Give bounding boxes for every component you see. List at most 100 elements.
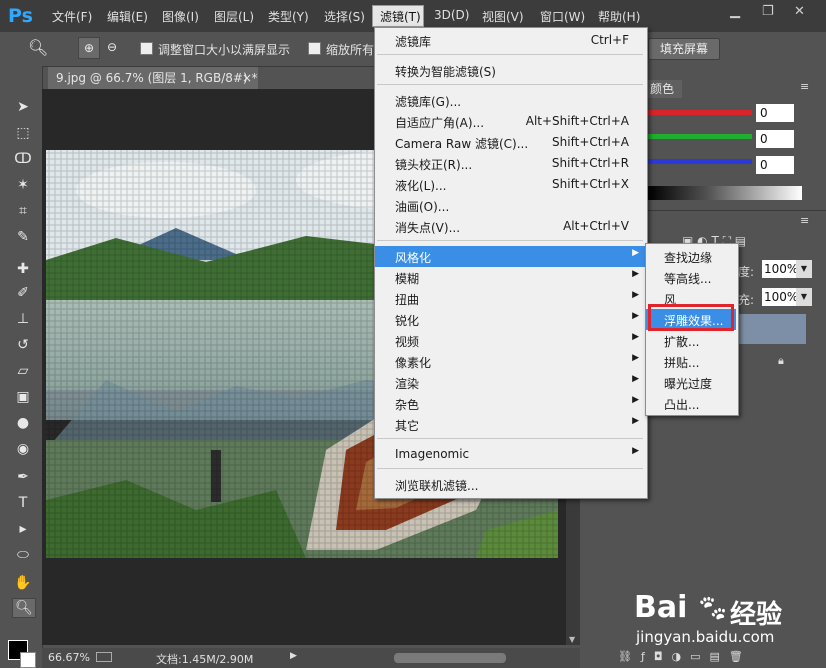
magic-wand-tool-icon[interactable]: ✶ <box>12 176 34 194</box>
layers-bottom-icons[interactable]: ⛓ƒ◘◑▭▤🗑 <box>618 650 752 663</box>
status-menu-arrow-icon[interactable]: ▶ <box>290 651 297 661</box>
submenu-arrow-icon: ▶ <box>632 269 639 279</box>
menu-file[interactable]: 文件(F) <box>52 8 92 25</box>
resize-windows-checkbox[interactable] <box>140 42 153 55</box>
menu-edit[interactable]: 编辑(E) <box>107 8 148 25</box>
green-value-field[interactable]: 0 <box>756 130 794 148</box>
red-value-field[interactable]: 0 <box>756 104 794 122</box>
menu-separator <box>377 468 643 469</box>
blue-slider-track[interactable] <box>648 159 752 164</box>
zoom-tool-icon[interactable]: 🔍︎ <box>28 38 48 57</box>
menu-separator <box>377 240 643 241</box>
minimize-icon[interactable]: ▁ <box>730 4 740 19</box>
dodge-tool-icon[interactable]: ◉ <box>12 440 34 458</box>
filter-blur[interactable]: 模糊 ▶ <box>375 267 645 288</box>
stylize-find-edges[interactable]: 查找边缘 <box>646 246 736 267</box>
menu-layer[interactable]: 图层(L) <box>214 8 254 25</box>
healing-brush-tool-icon[interactable]: ✚ <box>12 260 34 278</box>
menu-filter[interactable]: 滤镜(T) <box>380 8 421 25</box>
filter-noise[interactable]: 杂色 ▶ <box>375 393 645 414</box>
opacity-dropdown-icon[interactable]: ▼ <box>796 260 812 278</box>
filter-liquify[interactable]: 液化(L)... Shift+Ctrl+X <box>375 174 645 195</box>
filter-camera-raw[interactable]: Camera Raw 滤镜(C)... Shift+Ctrl+A <box>375 132 645 153</box>
menu-help[interactable]: 帮助(H) <box>598 8 640 25</box>
red-slider-track[interactable] <box>648 110 752 115</box>
menu-3d[interactable]: 3D(D) <box>434 8 469 22</box>
crop-tool-icon[interactable]: ⌗ <box>12 202 34 220</box>
menu-select[interactable]: 选择(S) <box>324 8 365 25</box>
marquee-tool-icon[interactable]: ⬚ <box>12 124 34 142</box>
blur-tool-icon[interactable]: ● <box>12 414 34 432</box>
filter-render[interactable]: 渲染 ▶ <box>375 372 645 393</box>
fill-field[interactable]: 100% <box>762 288 798 306</box>
hand-tool-icon[interactable]: ✋ <box>12 574 34 592</box>
panel-menu-icon[interactable]: ≡ <box>800 80 809 93</box>
zoom-all-checkbox[interactable] <box>308 42 321 55</box>
submenu-arrow-icon: ▶ <box>632 446 639 456</box>
path-selection-tool-icon[interactable]: ▸ <box>12 520 34 538</box>
document-size-info: 文档:1.45M/2.90M <box>156 653 254 666</box>
menu-separator <box>377 54 643 55</box>
filter-browse-online[interactable]: 浏览联机滤镜... <box>375 474 645 495</box>
filter-sharpen[interactable]: 锐化 ▶ <box>375 309 645 330</box>
filter-imagenomic[interactable]: Imagenomic ▶ <box>375 444 645 465</box>
document-tab[interactable]: 9.jpg @ 66.7% (图层 1, RGB/8#) * × <box>48 67 258 89</box>
document-tab-close-icon[interactable]: × <box>242 67 252 89</box>
filter-lens-correction[interactable]: 镜头校正(R)... Shift+Ctrl+R <box>375 153 645 174</box>
menu-image[interactable]: 图像(I) <box>162 8 199 25</box>
brush-tool-icon[interactable]: ✐ <box>12 284 34 302</box>
zoom-in-icon[interactable]: ⊕ <box>78 37 100 59</box>
stylize-tiles[interactable]: 拼贴... <box>646 351 736 372</box>
zoom-level[interactable]: 66.67% <box>48 651 90 664</box>
filter-last-filter[interactable]: 滤镜库 Ctrl+F <box>375 30 645 51</box>
stylize-trace-contour[interactable]: 等高线... <box>646 267 736 288</box>
submenu-arrow-icon: ▶ <box>632 332 639 342</box>
menu-view[interactable]: 视图(V) <box>482 8 524 25</box>
filter-vanishing-point[interactable]: 消失点(V)... Alt+Ctrl+V <box>375 216 645 237</box>
blue-value-field[interactable]: 0 <box>756 156 794 174</box>
clone-stamp-tool-icon[interactable]: ⊥ <box>12 310 34 328</box>
move-tool-icon[interactable]: ➤ <box>12 98 34 116</box>
stylize-diffuse[interactable]: 扩散... <box>646 330 736 351</box>
filter-pixelate[interactable]: 像素化 ▶ <box>375 351 645 372</box>
pen-tool-icon[interactable]: ✒ <box>12 468 34 486</box>
eraser-tool-icon[interactable]: ▱ <box>12 362 34 380</box>
scroll-down-arrow-icon[interactable]: ▼ <box>569 635 575 644</box>
color-panel-tab[interactable]: 颜色 <box>642 80 682 98</box>
filter-adaptive-wide-angle[interactable]: 自适应广角(A)... Alt+Shift+Ctrl+A <box>375 111 645 132</box>
restore-icon[interactable]: ❐ <box>762 4 774 19</box>
color-ramp[interactable] <box>648 186 802 200</box>
submenu-arrow-icon: ▶ <box>632 395 639 405</box>
filter-gallery[interactable]: 滤镜库(G)... <box>375 90 645 111</box>
background-color-swatch[interactable] <box>20 652 36 668</box>
filter-other[interactable]: 其它 ▶ <box>375 414 645 435</box>
filter-oil-paint[interactable]: 油画(O)... <box>375 195 645 216</box>
watermark-url: jingyan.baidu.com <box>636 628 775 646</box>
zoom-out-icon[interactable]: ⊖ <box>102 37 122 57</box>
submenu-arrow-icon: ▶ <box>632 374 639 384</box>
stylize-solarize[interactable]: 曝光过度 <box>646 372 736 393</box>
opacity-field[interactable]: 100% <box>762 260 798 278</box>
close-window-icon[interactable]: ✕ <box>794 4 805 19</box>
stylize-extrude[interactable]: 凸出... <box>646 393 736 414</box>
filter-distort[interactable]: 扭曲 ▶ <box>375 288 645 309</box>
selected-layer-row[interactable] <box>732 314 806 344</box>
eyedropper-tool-icon[interactable]: ✎ <box>12 228 34 246</box>
zoom-tool-panel-icon[interactable]: 🔍︎ <box>12 598 36 618</box>
filter-video[interactable]: 视频 ▶ <box>375 330 645 351</box>
layers-panel-menu-icon[interactable]: ≡ <box>800 214 809 227</box>
fill-dropdown-icon[interactable]: ▼ <box>796 288 812 306</box>
status-info-icon[interactable] <box>96 652 112 662</box>
green-slider-track[interactable] <box>648 134 752 139</box>
filter-stylize[interactable]: 风格化 ▶ <box>375 246 645 267</box>
menu-type[interactable]: 类型(Y) <box>268 8 309 25</box>
lasso-tool-icon[interactable]: ↀ <box>12 150 34 168</box>
history-brush-tool-icon[interactable]: ↺ <box>12 336 34 354</box>
fill-screen-button[interactable]: 填充屏幕 <box>648 38 720 60</box>
menu-window[interactable]: 窗口(W) <box>540 8 585 25</box>
shape-tool-icon[interactable]: ⬭ <box>12 546 34 564</box>
horizontal-scrollbar-thumb[interactable] <box>394 653 506 663</box>
filter-convert-smart[interactable]: 转换为智能滤镜(S) <box>375 60 645 81</box>
type-tool-icon[interactable]: T <box>12 494 34 512</box>
gradient-tool-icon[interactable]: ▣ <box>12 388 34 406</box>
